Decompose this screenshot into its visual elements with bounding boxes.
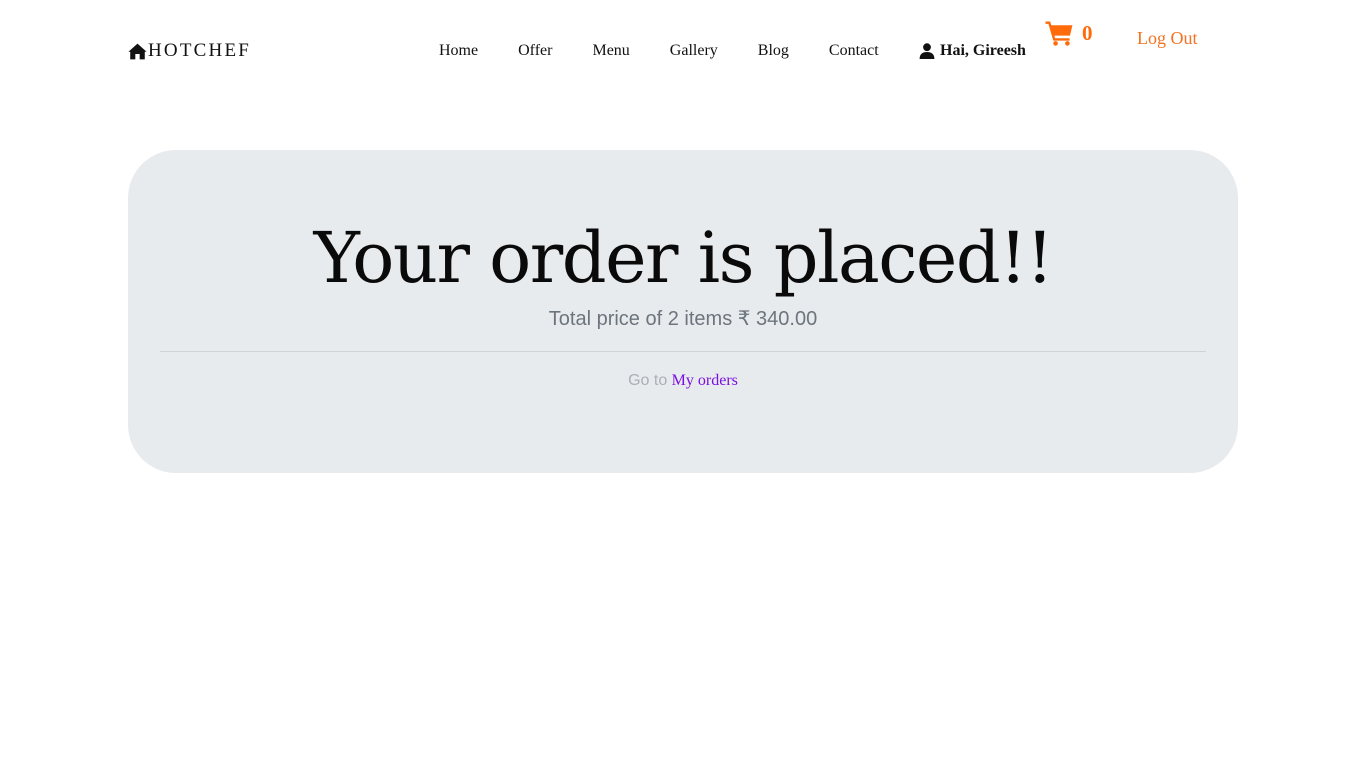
cart-count: 0 — [1082, 21, 1093, 45]
order-confirmation-title: Your order is placed!! — [313, 217, 1054, 299]
my-orders-link[interactable]: My orders — [672, 372, 738, 389]
nav-home[interactable]: Home — [439, 41, 478, 61]
order-total-summary: Total price of 2 items ₹ 340.00 — [548, 308, 818, 330]
logout-link[interactable]: Log Out — [1137, 27, 1198, 49]
order-confirmation-card: Your order is placed!! Total price of 2 … — [128, 150, 1238, 473]
brand-logo[interactable]: HOTCHEF — [128, 40, 251, 62]
shopping-cart-icon — [1045, 20, 1073, 46]
user-icon — [919, 43, 935, 59]
user-greeting[interactable]: Hai, Gireesh — [919, 41, 1026, 61]
nav-blog[interactable]: Blog — [758, 41, 789, 61]
site-header: HOTCHEF Home Offer Menu Gallery Blog Con… — [0, 0, 1366, 100]
cart-button[interactable]: 0 — [1045, 20, 1093, 46]
nav-gallery[interactable]: Gallery — [670, 41, 718, 61]
nav-contact[interactable]: Contact — [829, 41, 879, 61]
main-nav: Home Offer Menu Gallery Blog Contact — [439, 41, 879, 61]
nav-menu[interactable]: Menu — [592, 41, 629, 61]
goto-text: Go to — [628, 372, 672, 389]
card-footer: Go to My orders — [128, 371, 1238, 391]
user-greeting-text: Hai, Gireesh — [940, 42, 1026, 59]
home-icon — [128, 43, 147, 60]
brand-name: HOTCHEF — [148, 40, 252, 61]
card-divider — [160, 351, 1206, 352]
nav-offer[interactable]: Offer — [518, 41, 552, 61]
